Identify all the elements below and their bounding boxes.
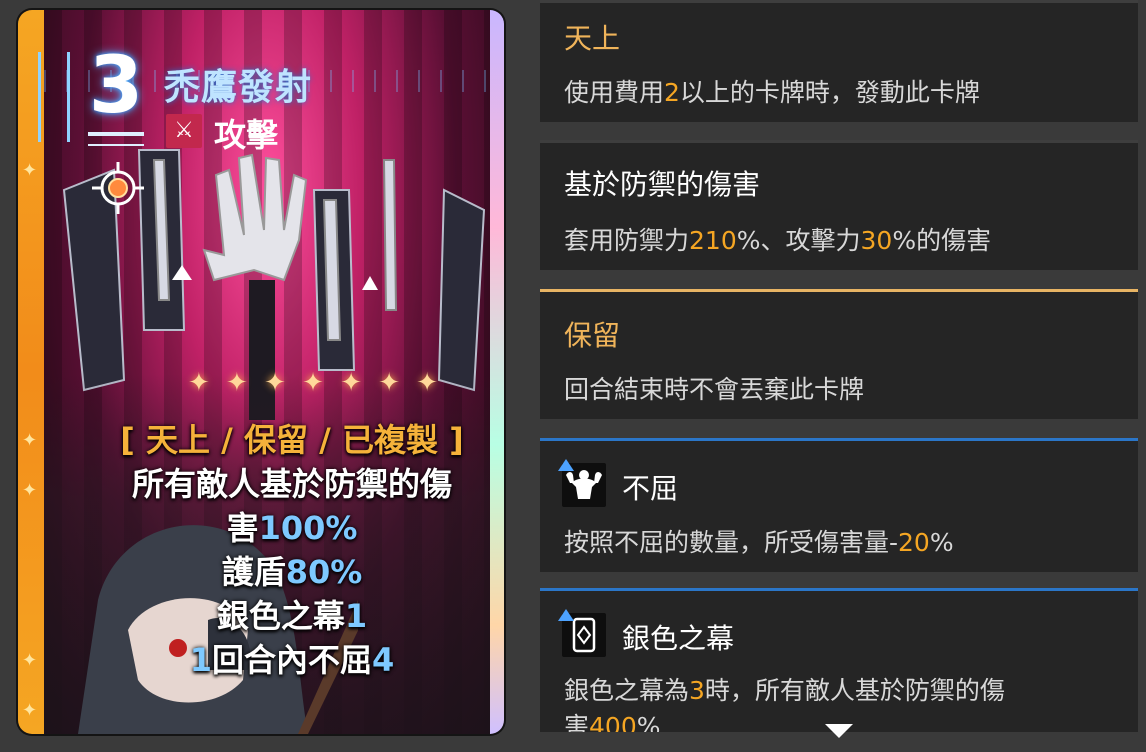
keyword-entry-retain: 保留 回合結束時不會丟棄此卡牌 bbox=[540, 289, 1138, 419]
desc-line-2: 害100% bbox=[226, 509, 358, 547]
cost-frame bbox=[38, 52, 70, 142]
entry-title: 天上 bbox=[564, 22, 621, 55]
crossed-swords-icon: ⚔ bbox=[166, 114, 202, 148]
target-crosshair-icon bbox=[92, 162, 144, 214]
keyword-entry-defense-damage: 基於防禦的傷害 套用防禦力210%、攻擊力30%的傷害 bbox=[540, 140, 1138, 270]
sparkle-divider: ✦ ✦ ✦ ✦ ✦ ✦ ✦ bbox=[188, 368, 443, 398]
entry-title: 保留 bbox=[564, 319, 621, 352]
card-description: [ 天上 / 保留 / 已複製 ] 所有敵人基於防禦的傷 害100% 護盾80%… bbox=[82, 418, 502, 682]
buff-entry-unyielding: 不屈 按照不屈的數量，所受傷害量-20% bbox=[540, 438, 1138, 572]
entry-desc: 套用防禦力210%、攻擊力30%的傷害 bbox=[564, 226, 992, 255]
entry-desc: 銀色之幕為3時，所有敵人基於防禦的傷 bbox=[564, 676, 1005, 705]
scroll-down-arrow-icon[interactable] bbox=[825, 724, 853, 738]
entry-title: 基於防禦的傷害 bbox=[564, 168, 761, 201]
keyword-entry-sky: 天上 使用費用2以上的卡牌時，發動此卡牌 bbox=[540, 0, 1138, 122]
entry-desc: 按照不屈的數量，所受傷害量-20% bbox=[564, 528, 954, 557]
desc-line-3: 護盾80% bbox=[221, 553, 363, 591]
card-name: 禿鷹發射 bbox=[164, 67, 313, 108]
cost-underline-thin bbox=[88, 144, 144, 146]
entry-desc: 回合結束時不會丟棄此卡牌 bbox=[564, 375, 865, 404]
card-keywords: [ 天上 / 保留 / 已複製 ] bbox=[120, 421, 464, 459]
desc-line-4: 銀色之幕1 bbox=[216, 597, 368, 635]
flexing-strongman-icon bbox=[558, 459, 606, 507]
desc-line-1: 所有敵人基於防禦的傷 bbox=[131, 465, 452, 503]
entry-title: 不屈 bbox=[622, 472, 679, 505]
skill-card[interactable]: ✦ ✦ ✦ ✦ ✦ 3 禿鷹發射 ⚔ 攻擊 ✦ ✦ ✦ ✦ ✦ ✦ ✦ [ 天上… bbox=[18, 10, 504, 734]
entry-desc-line2: 害400% bbox=[564, 712, 661, 732]
buff-entry-silver-veil: 銀色之幕 銀色之幕為3時，所有敵人基於防禦的傷 害400% bbox=[540, 588, 1138, 732]
entry-desc: 使用費用2以上的卡牌時，發動此卡牌 bbox=[564, 78, 980, 107]
entry-title: 銀色之幕 bbox=[622, 622, 735, 655]
cost-underline bbox=[88, 132, 144, 136]
card-type-label: 攻擊 bbox=[214, 116, 279, 154]
silver-veil-card-icon bbox=[558, 609, 606, 657]
card-cost: 3 bbox=[88, 41, 144, 131]
desc-line-5: 1回合內不屈4 bbox=[189, 641, 395, 679]
